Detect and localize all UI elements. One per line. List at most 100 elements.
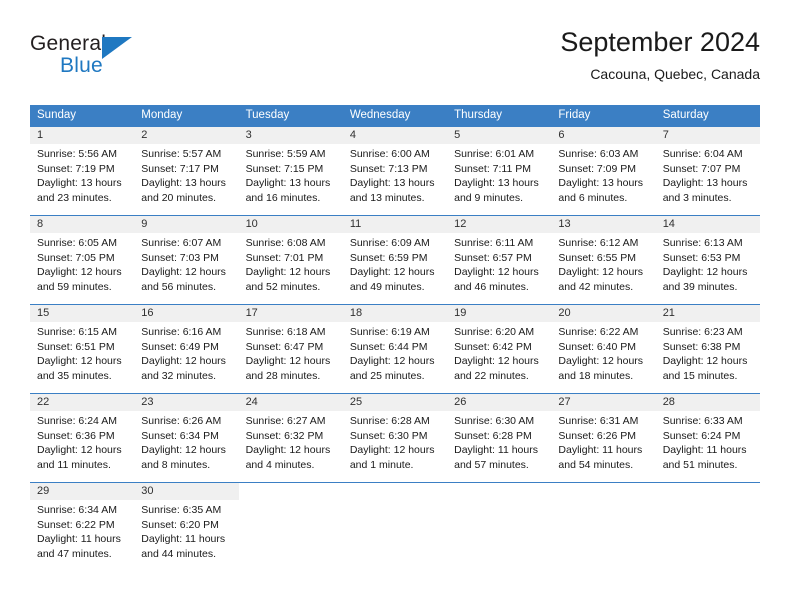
daylight-text-line2: and 59 minutes. xyxy=(37,280,112,293)
daylight-text-line2: and 54 minutes. xyxy=(558,458,634,471)
sunrise-text: Sunrise: 6:08 AM xyxy=(245,237,326,249)
sunset-text: Sunset: 6:32 PM xyxy=(245,429,324,442)
calendar-page: General Blue September 2024 Cacouna, Que… xyxy=(0,0,792,612)
day-cell[interactable]: 15 Sunrise: 6:15 AM Sunset: 6:51 PM Dayl… xyxy=(30,305,135,393)
day-cell[interactable]: 23 Sunrise: 6:26 AM Sunset: 6:34 PM Dayl… xyxy=(134,394,239,482)
day-cell[interactable]: 7 Sunrise: 6:04 AM Sunset: 7:07 PM Dayli… xyxy=(655,127,760,215)
day-number: 29 xyxy=(30,483,135,500)
sunrise-text: Sunrise: 6:31 AM xyxy=(558,415,639,427)
day-cell[interactable]: 14 Sunrise: 6:13 AM Sunset: 6:53 PM Dayl… xyxy=(655,216,760,304)
day-cell[interactable]: 9 Sunrise: 6:07 AM Sunset: 7:03 PM Dayli… xyxy=(134,216,239,304)
day-cell[interactable]: 13 Sunrise: 6:12 AM Sunset: 6:55 PM Dayl… xyxy=(551,216,656,304)
day-details: Sunrise: 6:23 AM Sunset: 6:38 PM Dayligh… xyxy=(656,322,760,383)
day-number: 27 xyxy=(551,394,656,411)
day-number xyxy=(342,483,448,500)
sunset-text: Sunset: 6:22 PM xyxy=(37,518,115,531)
sunset-text: Sunset: 6:55 PM xyxy=(558,251,637,264)
day-cell[interactable]: 18 Sunrise: 6:19 AM Sunset: 6:44 PM Dayl… xyxy=(342,305,448,393)
day-cell[interactable]: 26 Sunrise: 6:30 AM Sunset: 6:28 PM Dayl… xyxy=(447,394,552,482)
sunrise-text: Sunrise: 5:56 AM xyxy=(37,148,117,160)
page-title: September 2024 xyxy=(560,27,760,57)
day-number xyxy=(551,483,656,500)
title-block: September 2024 Cacouna, Quebec, Canada xyxy=(560,26,760,83)
sunrise-text: Sunrise: 6:18 AM xyxy=(245,326,326,338)
day-number: 13 xyxy=(551,216,656,233)
daylight-text-line1: Daylight: 12 hours xyxy=(349,266,435,279)
sunset-text: Sunset: 6:40 PM xyxy=(558,340,637,353)
day-details: Sunrise: 6:33 AM Sunset: 6:24 PM Dayligh… xyxy=(656,411,760,472)
day-cell[interactable]: 8 Sunrise: 6:05 AM Sunset: 7:05 PM Dayli… xyxy=(30,216,135,304)
sunrise-text: Sunrise: 6:11 AM xyxy=(454,237,534,249)
sunset-text: Sunset: 7:17 PM xyxy=(141,162,219,175)
day-details: Sunrise: 6:34 AM Sunset: 6:22 PM Dayligh… xyxy=(30,500,134,561)
day-cell[interactable]: 1 Sunrise: 5:56 AM Sunset: 7:19 PM Dayli… xyxy=(30,127,135,215)
sunrise-text: Sunrise: 6:15 AM xyxy=(37,326,117,338)
week-row: 15 Sunrise: 6:15 AM Sunset: 6:51 PM Dayl… xyxy=(30,304,760,393)
day-cell[interactable]: 21 Sunrise: 6:23 AM Sunset: 6:38 PM Dayl… xyxy=(655,305,760,393)
sunset-text: Sunset: 6:49 PM xyxy=(141,340,219,353)
day-cell-empty xyxy=(655,483,760,571)
sunset-text: Sunset: 6:53 PM xyxy=(662,251,741,264)
general-blue-logo[interactable]: General Blue xyxy=(30,32,210,90)
sunrise-text: Sunrise: 6:01 AM xyxy=(454,148,535,160)
day-cell[interactable]: 16 Sunrise: 6:16 AM Sunset: 6:49 PM Dayl… xyxy=(134,305,239,393)
day-cell[interactable]: 30 Sunrise: 6:35 AM Sunset: 6:20 PM Dayl… xyxy=(134,483,239,571)
daylight-text-line2: and 52 minutes. xyxy=(245,280,321,293)
day-details: Sunrise: 6:15 AM Sunset: 6:51 PM Dayligh… xyxy=(30,322,134,383)
day-cell[interactable]: 20 Sunrise: 6:22 AM Sunset: 6:40 PM Dayl… xyxy=(551,305,656,393)
day-cell[interactable]: 29 Sunrise: 6:34 AM Sunset: 6:22 PM Dayl… xyxy=(30,483,135,571)
day-cell[interactable]: 12 Sunrise: 6:11 AM Sunset: 6:57 PM Dayl… xyxy=(447,216,552,304)
daylight-text-line1: Daylight: 11 hours xyxy=(454,444,538,457)
daylight-text-line1: Daylight: 12 hours xyxy=(662,355,748,368)
daylight-text-line2: and 32 minutes. xyxy=(141,369,216,382)
day-cell[interactable]: 28 Sunrise: 6:33 AM Sunset: 6:24 PM Dayl… xyxy=(655,394,760,482)
day-number: 26 xyxy=(447,394,552,411)
day-cell[interactable]: 3 Sunrise: 5:59 AM Sunset: 7:15 PM Dayli… xyxy=(238,127,343,215)
day-cell[interactable]: 4 Sunrise: 6:00 AM Sunset: 7:13 PM Dayli… xyxy=(342,127,448,215)
day-cell[interactable]: 22 Sunrise: 6:24 AM Sunset: 6:36 PM Dayl… xyxy=(30,394,135,482)
day-cell[interactable]: 6 Sunrise: 6:03 AM Sunset: 7:09 PM Dayli… xyxy=(551,127,656,215)
daylight-text-line2: and 8 minutes. xyxy=(141,458,211,471)
day-cell[interactable]: 19 Sunrise: 6:20 AM Sunset: 6:42 PM Dayl… xyxy=(447,305,552,393)
day-cell[interactable]: 17 Sunrise: 6:18 AM Sunset: 6:47 PM Dayl… xyxy=(238,305,343,393)
day-number: 25 xyxy=(342,394,448,411)
sunset-text: Sunset: 6:59 PM xyxy=(349,251,428,264)
day-cell-empty xyxy=(342,483,448,571)
week-row: 8 Sunrise: 6:05 AM Sunset: 7:05 PM Dayli… xyxy=(30,215,760,304)
sunset-text: Sunset: 7:03 PM xyxy=(141,251,219,264)
sunset-text: Sunset: 6:20 PM xyxy=(141,518,219,531)
daylight-text-line1: Daylight: 11 hours xyxy=(662,444,747,457)
day-number: 5 xyxy=(447,127,552,144)
sunrise-text: Sunrise: 6:30 AM xyxy=(454,415,535,427)
weekday-header-monday: Monday xyxy=(141,109,183,121)
daylight-text-line1: Daylight: 11 hours xyxy=(37,533,121,546)
day-cell[interactable]: 24 Sunrise: 6:27 AM Sunset: 6:32 PM Dayl… xyxy=(238,394,343,482)
day-cell[interactable]: 11 Sunrise: 6:09 AM Sunset: 6:59 PM Dayl… xyxy=(342,216,448,304)
day-details: Sunrise: 6:09 AM Sunset: 6:59 PM Dayligh… xyxy=(343,233,447,294)
day-cell[interactable]: 25 Sunrise: 6:28 AM Sunset: 6:30 PM Dayl… xyxy=(342,394,448,482)
day-cell[interactable]: 2 Sunrise: 5:57 AM Sunset: 7:17 PM Dayli… xyxy=(134,127,239,215)
day-number: 21 xyxy=(655,305,760,322)
weekday-header-tuesday: Tuesday xyxy=(245,109,290,121)
day-details: Sunrise: 6:22 AM Sunset: 6:40 PM Dayligh… xyxy=(551,322,655,383)
day-number: 9 xyxy=(134,216,239,233)
daylight-text-line1: Daylight: 12 hours xyxy=(245,266,331,279)
day-cell[interactable]: 27 Sunrise: 6:31 AM Sunset: 6:26 PM Dayl… xyxy=(551,394,656,482)
daylight-text-line2: and 28 minutes. xyxy=(245,369,321,382)
daylight-text-line1: Daylight: 12 hours xyxy=(558,266,644,279)
day-details: Sunrise: 5:56 AM Sunset: 7:19 PM Dayligh… xyxy=(30,144,134,205)
week-row: 22 Sunrise: 6:24 AM Sunset: 6:36 PM Dayl… xyxy=(30,393,760,482)
sunrise-text: Sunrise: 5:57 AM xyxy=(141,148,222,160)
sunset-text: Sunset: 7:15 PM xyxy=(245,162,324,175)
daylight-text-line1: Daylight: 12 hours xyxy=(37,444,122,457)
week-row: 29 Sunrise: 6:34 AM Sunset: 6:22 PM Dayl… xyxy=(30,482,760,571)
daylight-text-line1: Daylight: 12 hours xyxy=(37,266,122,279)
sunset-text: Sunset: 7:11 PM xyxy=(454,162,531,175)
day-cell[interactable]: 10 Sunrise: 6:08 AM Sunset: 7:01 PM Dayl… xyxy=(238,216,343,304)
day-cell-empty xyxy=(238,483,343,571)
calendar-table: Sunday Monday Tuesday Wednesday Thursday… xyxy=(30,105,760,571)
page-header: General Blue September 2024 Cacouna, Que… xyxy=(30,26,760,98)
day-cell[interactable]: 5 Sunrise: 6:01 AM Sunset: 7:11 PM Dayli… xyxy=(447,127,552,215)
sunrise-text: Sunrise: 5:59 AM xyxy=(245,148,326,160)
day-number: 16 xyxy=(134,305,239,322)
